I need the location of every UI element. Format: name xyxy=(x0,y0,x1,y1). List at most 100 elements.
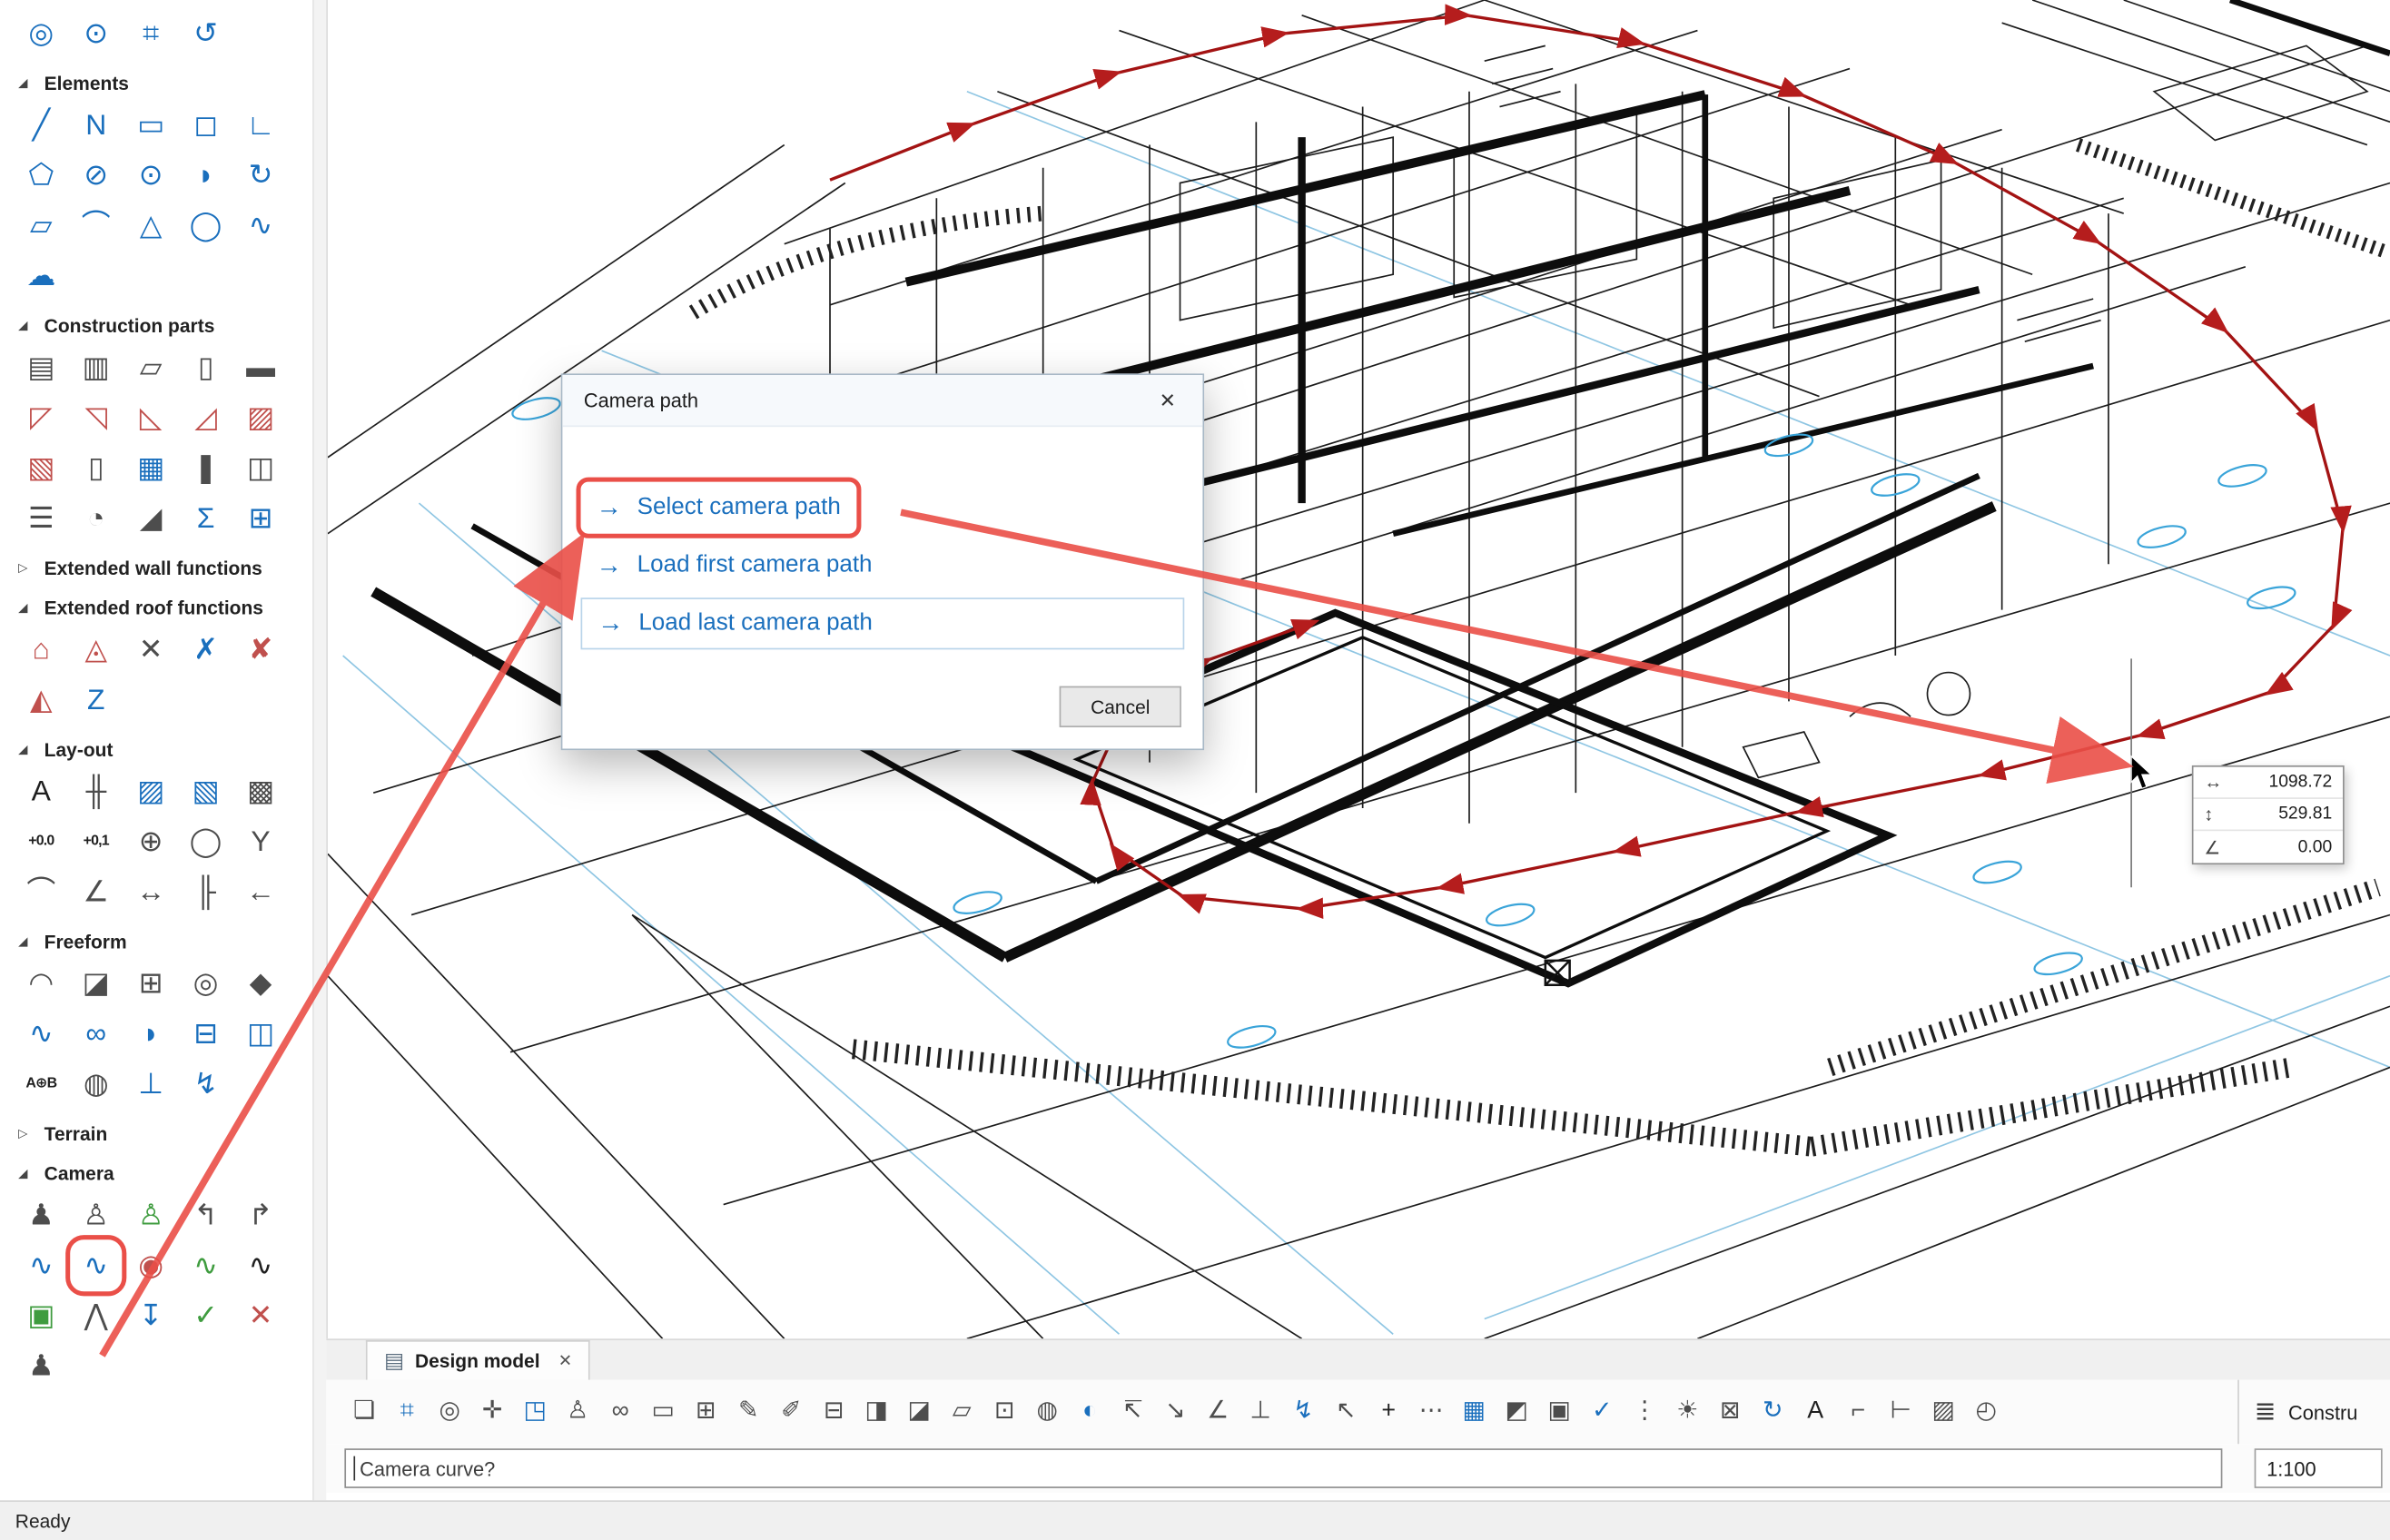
downstand-beam-tool-icon[interactable]: ❚ xyxy=(183,445,228,490)
triangle-tool-icon[interactable]: △ xyxy=(128,202,173,248)
section-header-terrain[interactable]: ▷Terrain xyxy=(18,1122,312,1147)
ramp-tool-icon[interactable]: ◢ xyxy=(128,496,173,541)
profile-wall-tool-icon[interactable]: ▥ xyxy=(74,344,119,390)
section-header-elements[interactable]: ◢Elements xyxy=(18,72,312,96)
text-tool-icon[interactable]: A xyxy=(18,768,64,814)
section-header-extended-wall-functions[interactable]: ▷Extended wall functions xyxy=(18,557,312,581)
grid-tool-icon[interactable]: ▦ xyxy=(128,445,173,490)
zoom-region-icon[interactable]: ⌗ xyxy=(387,1392,427,1432)
pattern-tool-icon[interactable]: ▧ xyxy=(183,768,228,814)
angle-dimension-tool-icon[interactable]: ∠ xyxy=(74,869,119,914)
column-tool-icon[interactable]: ▯ xyxy=(183,344,228,390)
linear-dimension-tool-icon[interactable]: ↔ xyxy=(128,869,173,914)
section-marker-icon[interactable]: ⊠ xyxy=(1710,1392,1750,1432)
viewport-icon[interactable]: ▭ xyxy=(643,1392,683,1432)
sweep-solid-tool-icon[interactable]: ◠ xyxy=(18,961,64,1006)
roof-plane-angle-tool-icon[interactable]: ◭ xyxy=(18,677,64,723)
layer-list-icon[interactable]: ≣ xyxy=(2255,1397,2276,1427)
split-solid-tool-icon[interactable]: ⊟ xyxy=(183,1011,228,1056)
beam-tool-icon[interactable]: ▬ xyxy=(238,344,283,390)
roof-convert-tool-icon[interactable]: ✕ xyxy=(128,627,173,672)
copy-view-icon[interactable]: ⊞ xyxy=(686,1392,726,1432)
section-header-freeform[interactable]: ◢Freeform xyxy=(18,930,312,954)
text-style-icon[interactable]: A xyxy=(1795,1392,1835,1432)
blob-union-tool-icon[interactable]: ∞ xyxy=(74,1011,119,1056)
branch-symbol-tool-icon[interactable]: Y xyxy=(238,819,283,864)
hatching-tool-icon[interactable]: ▨ xyxy=(128,768,173,814)
dialog-option-load-first-camera-path[interactable]: → Load first camera path xyxy=(581,539,888,591)
roof-z-level-tool-icon[interactable]: Z xyxy=(74,677,119,723)
sidebar-scrollbar[interactable] xyxy=(312,0,326,1500)
slab-tool-icon[interactable]: ▱ xyxy=(128,344,173,390)
perpendicular-polyline-tool-icon[interactable]: ∟ xyxy=(238,103,283,148)
measure-check-icon[interactable]: ✓ xyxy=(1582,1392,1622,1432)
edit-pen-icon[interactable]: ✎ xyxy=(728,1392,768,1432)
spline-tool-icon[interactable]: ∿ xyxy=(238,202,283,248)
ellipse-tool-icon[interactable]: ◯ xyxy=(183,202,228,248)
cylinder-tool-icon[interactable]: ◎ xyxy=(183,961,228,1006)
work-plane-tool-icon[interactable]: ⊥ xyxy=(128,1061,173,1107)
transform-icon[interactable]: ◩ xyxy=(1496,1392,1536,1432)
confirm-path-icon[interactable]: ✓ xyxy=(183,1293,228,1338)
cancel-button[interactable]: Cancel xyxy=(1060,686,1181,727)
pentagon-tool-icon[interactable]: ⬠ xyxy=(18,153,64,198)
roof-envelope-tool-icon[interactable]: ⌂ xyxy=(18,627,64,672)
rectangle-tool-icon[interactable]: ▭ xyxy=(128,103,173,148)
roof-surface-tool-icon[interactable]: ▨ xyxy=(238,395,283,440)
close-icon[interactable]: ✕ xyxy=(1145,380,1190,420)
spiral-stair-tool-icon[interactable]: ◔ xyxy=(74,496,119,541)
fit-view-icon[interactable]: ◳ xyxy=(515,1392,555,1432)
refresh-view-icon[interactable]: ↻ xyxy=(1753,1392,1792,1432)
selection-frame-icon[interactable]: ⌗ xyxy=(128,11,173,56)
path-keyframes-icon[interactable]: ∿ xyxy=(238,1243,283,1288)
surface-icon[interactable]: ⊡ xyxy=(984,1392,1024,1432)
match-properties-icon[interactable]: ❏ xyxy=(344,1392,384,1432)
dimension-line-tool-icon[interactable]: ╫ xyxy=(74,768,119,814)
perpendicular-snap-icon[interactable]: ⊥ xyxy=(1240,1392,1280,1432)
tab-design-model[interactable]: ▤ Design model ✕ xyxy=(366,1340,590,1380)
extrude-solid-tool-icon[interactable]: ◆ xyxy=(238,961,283,1006)
line-tool-icon[interactable]: ╱ xyxy=(18,103,64,148)
light-direction-icon[interactable]: ↸ xyxy=(1112,1392,1152,1432)
roof-plane-tool-icon[interactable]: ◸ xyxy=(18,395,64,440)
wire-sphere-tool-icon[interactable]: ◍ xyxy=(74,1061,119,1107)
add-viewer-icon[interactable]: ♙ xyxy=(128,1192,173,1238)
dialog-option-load-last-camera-path[interactable]: → Load last camera path xyxy=(581,597,1185,649)
track-point-icon[interactable]: ⋯ xyxy=(1411,1392,1451,1432)
symbol-tool-icon[interactable]: ⊕ xyxy=(128,819,173,864)
section-header-construction-parts[interactable]: ◢Construction parts xyxy=(18,314,312,339)
duplicate-icon[interactable]: ▣ xyxy=(1539,1392,1579,1432)
circle-symbol-tool-icon[interactable]: ◯ xyxy=(183,819,228,864)
schedule-tool-icon[interactable]: ⊞ xyxy=(238,496,283,541)
grid-snap-icon[interactable]: ▦ xyxy=(1454,1392,1494,1432)
point-elevation-tool-icon[interactable]: +0,1 xyxy=(74,819,119,864)
circle-diameter-tool-icon[interactable]: ⊘ xyxy=(74,153,119,198)
closed-curve-tool-icon[interactable]: ◗ xyxy=(183,153,228,198)
sun-icon[interactable]: ☀ xyxy=(1667,1392,1707,1432)
label-tool-icon[interactable]: ▩ xyxy=(238,768,283,814)
leader-arrow-tool-icon[interactable]: ← xyxy=(238,869,283,914)
snap-center-icon[interactable]: ⊙ xyxy=(74,11,119,56)
polyline-tool-icon[interactable]: N xyxy=(74,103,119,148)
dialog-titlebar[interactable]: Camera path ✕ xyxy=(562,375,1202,427)
profile-sigma-tool-icon[interactable]: Σ xyxy=(183,496,228,541)
add-path-point-icon[interactable]: ∿ xyxy=(183,1243,228,1288)
stereo-view-icon[interactable]: ∞ xyxy=(600,1392,640,1432)
dome-tool-icon[interactable]: ◗ xyxy=(128,1011,173,1056)
render-image-icon[interactable]: ▣ xyxy=(18,1293,64,1338)
walk-mode-icon[interactable]: ♙ xyxy=(558,1392,598,1432)
section-header-camera[interactable]: ◢Camera xyxy=(18,1162,312,1187)
circle-center-tool-icon[interactable]: ⊙ xyxy=(128,153,173,198)
angle-display-icon[interactable]: ◴ xyxy=(1966,1392,2006,1432)
camera-curve-icon[interactable]: ∿ xyxy=(18,1243,64,1288)
record-path-icon[interactable]: ◉ xyxy=(128,1243,173,1288)
stacked-boxes-tool-icon[interactable]: ⊞ xyxy=(128,961,173,1006)
previous-camera-icon[interactable]: ↰ xyxy=(183,1192,228,1238)
niche-tool-icon[interactable]: ▯ xyxy=(74,445,119,490)
tangent-circle-tool-icon[interactable]: ↻ xyxy=(238,153,283,198)
camera-path-icon[interactable]: ∿ xyxy=(74,1243,119,1288)
spline-edit-tool-icon[interactable]: ↯ xyxy=(183,1061,228,1107)
parallelogram-tool-icon[interactable]: ▱ xyxy=(18,202,64,248)
slope-display-icon[interactable]: ⌐ xyxy=(1838,1392,1878,1432)
roof-frame-tool-icon[interactable]: ◬ xyxy=(74,627,119,672)
